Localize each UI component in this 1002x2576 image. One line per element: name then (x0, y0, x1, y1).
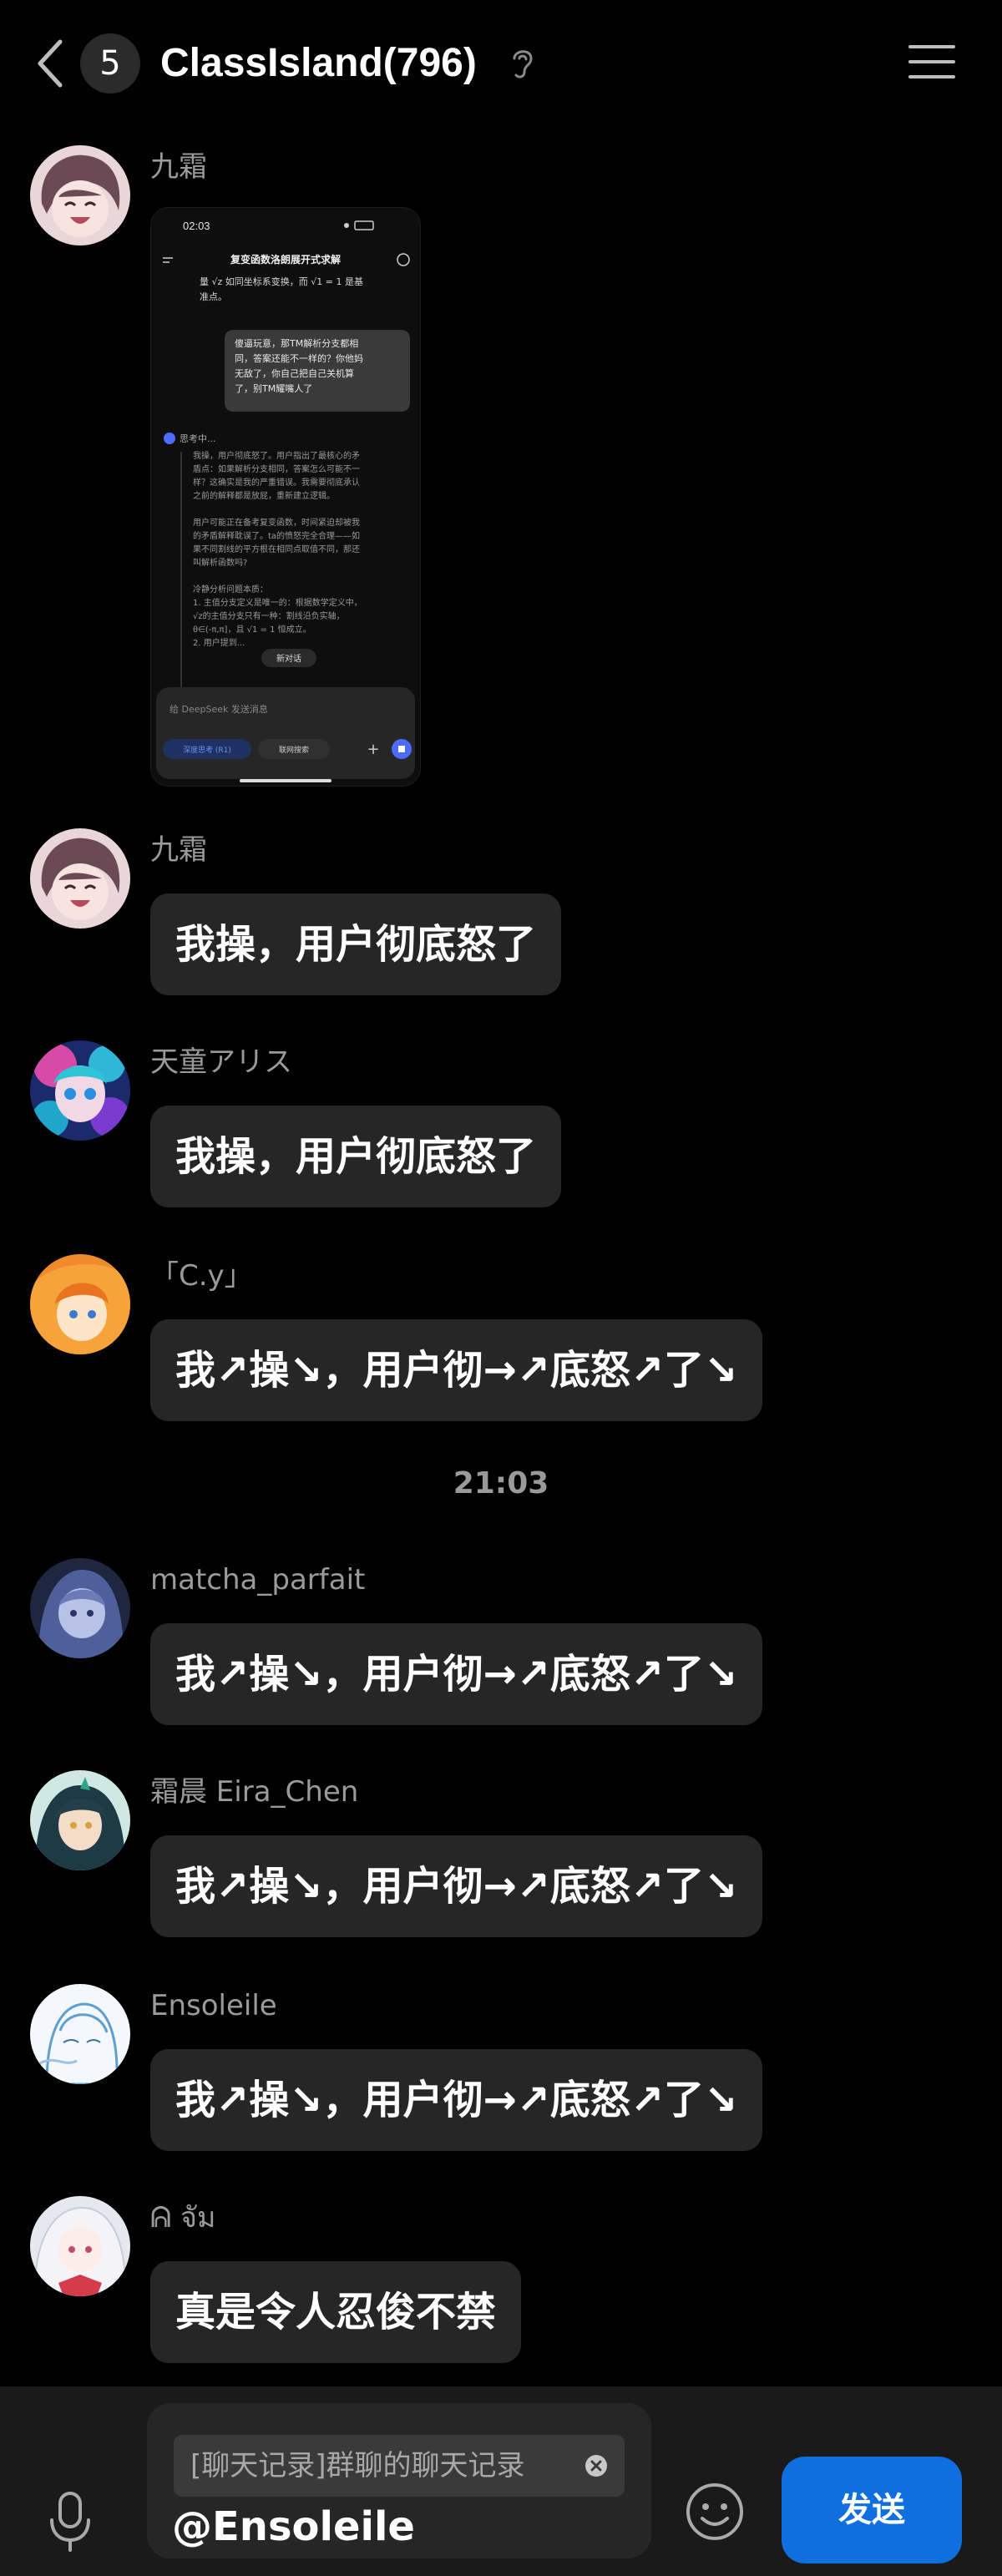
message-bubble[interactable]: 我↗操↘，用户彻→↗底怒↗了↘ (150, 2049, 763, 2151)
message-input[interactable] (172, 2502, 623, 2552)
message-bubble[interactable]: 真是令人忍俊不禁 (150, 2261, 522, 2363)
message-bubble[interactable]: 我操，用户彻底怒了 (150, 893, 562, 995)
svg-text:傻逼玩意，那TM解析分支都相: 傻逼玩意，那TM解析分支都相 (235, 337, 358, 349)
send-button[interactable]: 发送 (782, 2457, 962, 2563)
svg-text:θ∈(-π,π]，且 √1 = 1 恒成立。: θ∈(-π,π]，且 √1 = 1 恒成立。 (193, 624, 311, 635)
avatar[interactable] (30, 1040, 130, 1141)
svg-text:冷静分析问题本质：: 冷静分析问题本质： (193, 584, 268, 595)
avatar[interactable] (30, 1984, 130, 2084)
message-composer[interactable]: [聊天记录]群聊的聊天记录 (147, 2403, 651, 2558)
screenshot-web-search: 联网搜索 (279, 745, 309, 755)
chevron-left-icon[interactable] (33, 37, 67, 90)
quoted-record-text: [聊天记录]群聊的聊天记录 (190, 2449, 525, 2482)
svg-text:1. 主值分支定义是唯一的：根据数学定义中，: 1. 主值分支定义是唯一的：根据数学定义中， (193, 597, 362, 608)
screenshot-line: 量 √z 如同坐标系变换，而 √1 = 1 是基 (200, 276, 363, 287)
svg-text:同，答案还能不一样的？你他妈: 同，答案还能不一样的？你他妈 (235, 352, 363, 364)
avatar[interactable] (30, 145, 130, 245)
screenshot-title: 复变函数洛朗展开式求解 (230, 253, 341, 266)
screenshot-status-time: 02:03 (183, 220, 210, 232)
svg-text:样？这确实是我的严重错误。我需要彻底承认: 样？这确实是我的严重错误。我需要彻底承认 (193, 477, 360, 488)
svg-text:叫解析函数吗?: 叫解析函数吗? (193, 557, 247, 568)
time-divider: 21:03 (453, 1466, 549, 1501)
avatar[interactable] (30, 1558, 130, 1658)
screenshot-input-placeholder: 给 DeepSeek 发送消息 (170, 703, 268, 715)
avatar[interactable] (30, 2196, 130, 2296)
avatar[interactable] (30, 828, 130, 929)
svg-text:无敌了，你自己把自己关机算: 无敌了，你自己把自己关机算 (235, 367, 354, 379)
message-bubble[interactable]: 我↗操↘，用户彻→↗底怒↗了↘ (150, 1835, 763, 1937)
svg-text:的矛盾解释耽误了。ta的愤怒完全合理——如: 的矛盾解释耽误了。ta的愤怒完全合理——如 (193, 530, 360, 541)
svg-text:之前的解释都是放屁，重新建立逻辑。: 之前的解释都是放屁，重新建立逻辑。 (193, 490, 335, 501)
microphone-icon[interactable] (48, 2490, 92, 2553)
chat-header: 5 ClassIsland(796) (0, 0, 1002, 127)
screenshot-content: 02:03 复变函数洛朗展开式求解 量 √z 如同坐标系变换，而 √1 = 1 … (151, 208, 420, 786)
close-circle-icon[interactable] (584, 2454, 608, 2477)
sender-name[interactable]: 霜晨 Eira_Chen (150, 1775, 358, 1809)
screenshot-line: 准点。 (200, 291, 227, 302)
avatar[interactable] (30, 1254, 130, 1354)
quoted-record-chip[interactable]: [聊天记录]群聊的聊天记录 (174, 2435, 625, 2497)
svg-text:√z的主值分支只有一种：割线沿负实轴，: √z的主值分支只有一种：割线沿负实轴， (193, 610, 345, 621)
smiley-icon[interactable] (685, 2482, 745, 2542)
screenshot-image[interactable]: 02:03 复变函数洛朗展开式求解 量 √z 如同坐标系变换，而 √1 = 1 … (150, 207, 421, 787)
message-bubble[interactable]: 我操，用户彻底怒了 (150, 1106, 562, 1207)
screenshot-thinking-label: 思考中... (180, 433, 216, 444)
ear-icon (513, 50, 533, 78)
sender-name[interactable]: matcha_parfait (150, 1563, 365, 1597)
screenshot-deep-think: 深度思考 (R1) (183, 745, 231, 755)
avatar[interactable] (30, 1770, 130, 1870)
sender-name[interactable]: 九霜 (150, 833, 207, 867)
group-title[interactable]: ClassIsland(796) (160, 33, 477, 94)
input-bar: [聊天记录]群聊的聊天记录 发送 (0, 2386, 1002, 2576)
sender-name[interactable]: Ensoleile (150, 1989, 277, 2022)
unread-count-badge[interactable]: 5 (80, 33, 140, 94)
message-bubble[interactable]: 我↗操↘，用户彻→↗底怒↗了↘ (150, 1319, 763, 1421)
sender-name[interactable]: ᕱ จัม (150, 2201, 215, 2234)
svg-text:2. 用户提到...: 2. 用户提到... (193, 637, 245, 648)
svg-text:+: + (367, 741, 379, 758)
svg-text:了，别TM耀嘴人了: 了，别TM耀嘴人了 (235, 383, 312, 394)
hamburger-menu-icon[interactable] (908, 42, 955, 82)
sender-name[interactable]: 「C.y」 (150, 1259, 253, 1293)
message-bubble[interactable]: 我↗操↘，用户彻→↗底怒↗了↘ (150, 1623, 763, 1725)
sender-name[interactable]: 九霜 (150, 150, 207, 184)
screenshot-new-chat: 新对话 (276, 653, 301, 664)
svg-text:果不同割线的平方根在相同点取值不同，那还: 果不同割线的平方根在相同点取值不同，那还 (193, 544, 360, 554)
sender-name[interactable]: 天童アリス (150, 1045, 292, 1079)
svg-text:用户可能正在备考复变函数，时间紧迫却被我: 用户可能正在备考复变函数，时间紧迫却被我 (193, 517, 360, 528)
svg-text:我操，用户彻底怒了。用户指出了最核心的矛: 我操，用户彻底怒了。用户指出了最核心的矛 (193, 450, 360, 461)
svg-text:盾点：如果解析分支相同，答案怎么可能不一: 盾点：如果解析分支相同，答案怎么可能不一 (193, 463, 360, 474)
